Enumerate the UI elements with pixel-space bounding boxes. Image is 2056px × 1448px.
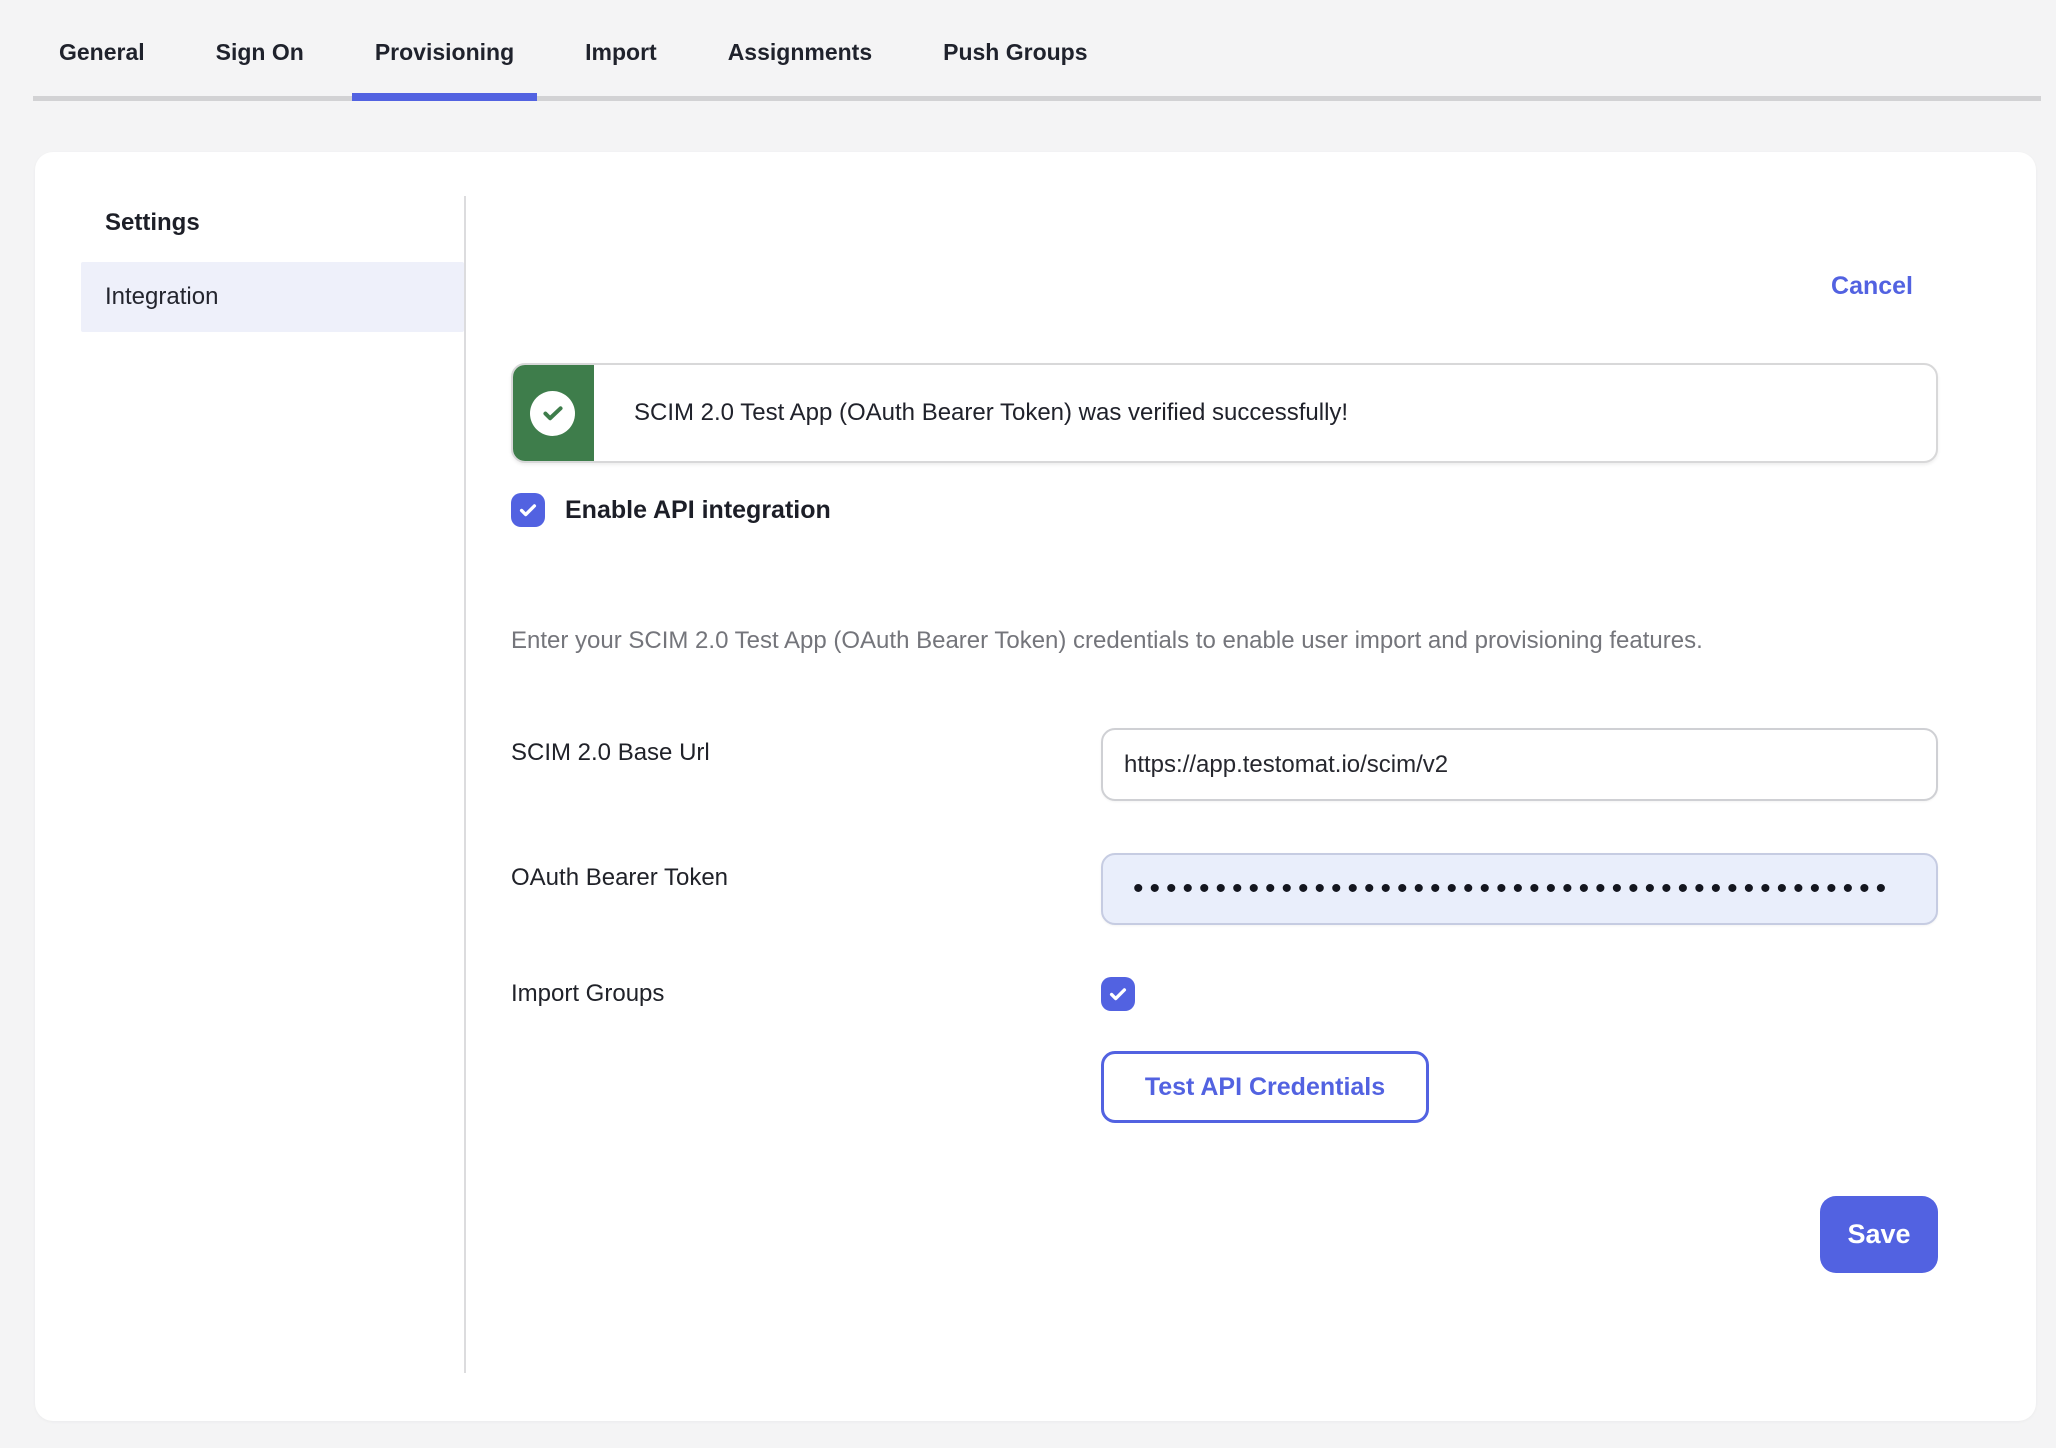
sidebar-divider: [464, 196, 466, 1373]
sidebar-heading: Settings: [105, 208, 464, 238]
enable-api-row: Enable API integration: [511, 493, 1938, 527]
settings-sidebar: Settings Integration: [35, 152, 464, 1421]
provisioning-card: Settings Integration Cancel SCIM 2.0 Tes…: [35, 152, 2036, 1421]
tab-push-groups[interactable]: Push Groups: [920, 30, 1110, 96]
tab-provisioning[interactable]: Provisioning: [352, 30, 537, 96]
integration-settings-panel: Cancel SCIM 2.0 Test App (OAuth Bearer T…: [464, 152, 2036, 1421]
sidebar-item-label: Integration: [105, 283, 218, 310]
tab-assignments[interactable]: Assignments: [705, 30, 895, 96]
checkmark-icon: [517, 499, 539, 521]
app-tabbar: General Sign On Provisioning Import Assi…: [33, 0, 2041, 101]
checkmark-icon: [1107, 983, 1129, 1005]
token-label: OAuth Bearer Token: [511, 853, 1101, 925]
import-groups-label: Import Groups: [511, 977, 1101, 1011]
tab-import[interactable]: Import: [562, 30, 680, 96]
test-api-credentials-button[interactable]: Test API Credentials: [1101, 1051, 1429, 1123]
oauth-token-input[interactable]: [1101, 853, 1938, 925]
base-url-field-row: SCIM 2.0 Base Url: [511, 728, 1938, 801]
cancel-link[interactable]: Cancel: [1831, 272, 1913, 301]
tab-general[interactable]: General: [36, 30, 168, 96]
success-banner-message: SCIM 2.0 Test App (OAuth Bearer Token) w…: [634, 399, 1348, 427]
tab-sign-on[interactable]: Sign On: [193, 30, 327, 96]
import-groups-row: Import Groups: [511, 977, 1938, 1011]
cancel-row: Cancel: [511, 272, 1938, 308]
sidebar-item-integration[interactable]: Integration: [81, 262, 464, 332]
provisioning-description: Enter your SCIM 2.0 Test App (OAuth Bear…: [511, 617, 1911, 664]
import-groups-checkbox[interactable]: [1101, 977, 1135, 1011]
save-row: Save: [511, 1196, 1938, 1273]
base-url-label: SCIM 2.0 Base Url: [511, 728, 1101, 801]
enable-api-label: Enable API integration: [565, 496, 831, 525]
test-credentials-row: Test API Credentials: [511, 1051, 1938, 1123]
save-button[interactable]: Save: [1820, 1196, 1938, 1273]
check-circle-icon: [530, 391, 575, 436]
success-banner: SCIM 2.0 Test App (OAuth Bearer Token) w…: [511, 363, 1938, 463]
success-banner-accent: [511, 363, 594, 463]
token-field-row: OAuth Bearer Token: [511, 853, 1938, 925]
base-url-input[interactable]: [1101, 728, 1938, 801]
enable-api-checkbox[interactable]: [511, 493, 545, 527]
